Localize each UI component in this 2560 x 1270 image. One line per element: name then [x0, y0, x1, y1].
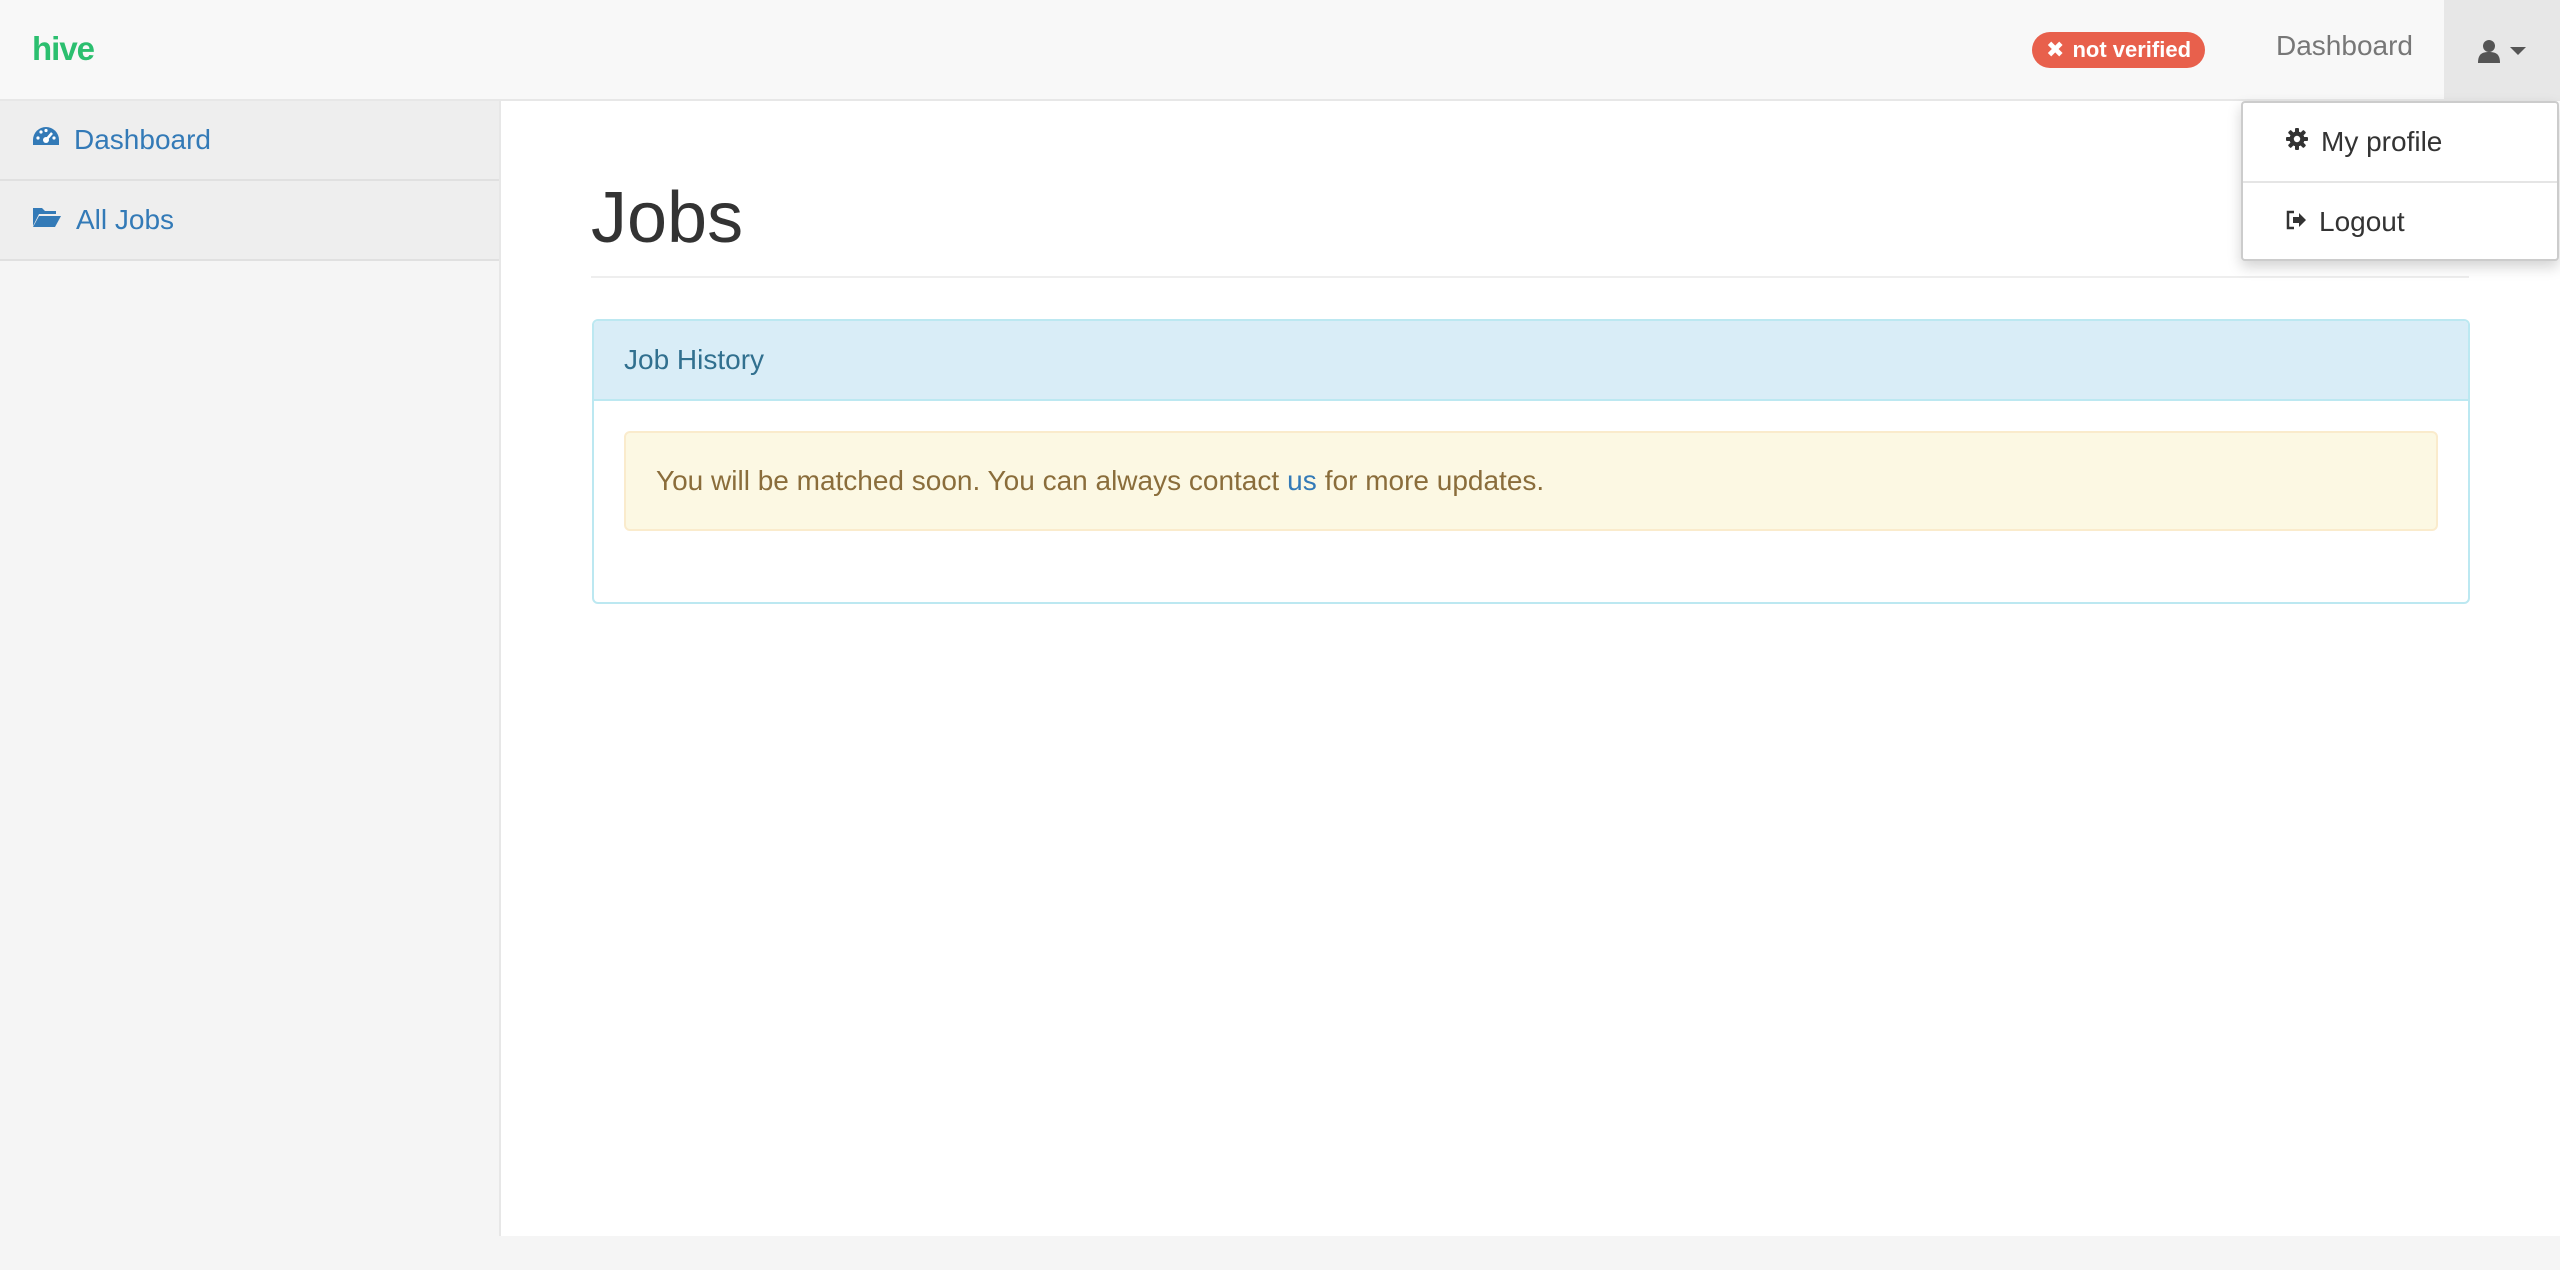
top-navbar: hive ✖ not verified Dashboard — [0, 0, 2560, 101]
dashboard-icon — [32, 124, 60, 156]
info-alert: You will be matched soon. You can always… — [624, 431, 2438, 531]
menu-item-label: Logout — [2319, 206, 2405, 237]
gear-icon — [2285, 126, 2309, 158]
user-icon — [2478, 39, 2500, 63]
status-badge-label: not verified — [2072, 37, 2192, 62]
sidebar: Dashboard All Jobs — [0, 101, 501, 1236]
sidebar-item-all-jobs[interactable]: All Jobs — [0, 181, 499, 261]
alert-text-after: for more updates. — [1324, 465, 1545, 496]
menu-item-logout[interactable]: Logout — [2243, 183, 2557, 261]
main-content: Jobs Job History You will be matched soo… — [501, 101, 2560, 1236]
sidebar-item-dashboard[interactable]: Dashboard — [0, 101, 499, 181]
sidebar-item-label: Dashboard — [74, 124, 211, 155]
menu-item-my-profile[interactable]: My profile — [2243, 103, 2557, 181]
title-divider — [591, 276, 2469, 278]
page-title: Jobs — [591, 178, 744, 258]
status-badge: ✖ not verified — [2032, 32, 2206, 68]
bottom-strip — [0, 1236, 2560, 1270]
menu-item-label: My profile — [2321, 126, 2443, 157]
folder-open-icon — [32, 204, 62, 236]
user-dropdown-menu: My profile Logout — [2241, 101, 2559, 261]
brand-logo[interactable]: hive — [32, 30, 95, 68]
panel-heading: Job History — [594, 321, 2468, 401]
nav-dashboard-link[interactable]: Dashboard — [2276, 30, 2413, 62]
close-icon: ✖ — [2046, 37, 2065, 62]
caret-down-icon — [2510, 46, 2526, 55]
alert-text-before: You will be matched soon. You can always… — [656, 465, 1280, 496]
sidebar-item-label: All Jobs — [76, 204, 175, 235]
job-history-panel: Job History You will be matched soon. Yo… — [592, 319, 2470, 604]
sign-out-icon — [2285, 206, 2307, 238]
user-menu-toggle[interactable] — [2444, 0, 2560, 101]
contact-us-link[interactable]: us — [1287, 465, 1317, 497]
